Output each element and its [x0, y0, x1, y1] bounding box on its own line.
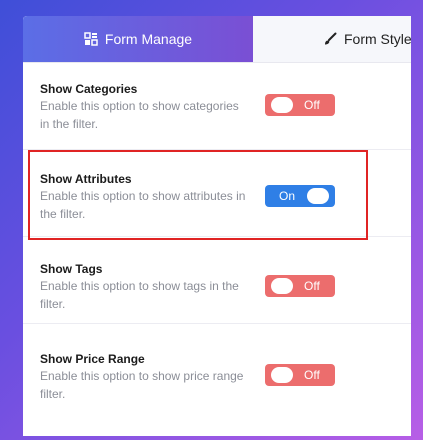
show-price-range-toggle[interactable]: Off	[265, 364, 335, 386]
tab-bar: Form Manage Form Style	[23, 16, 411, 63]
toggle-state-label: Off	[304, 98, 320, 112]
setting-title: Show Categories	[40, 82, 138, 96]
tab-form-style-label: Form Style	[344, 31, 411, 47]
paintbrush-icon	[323, 32, 337, 46]
show-categories-toggle[interactable]: Off	[265, 94, 335, 116]
form-grid-icon	[84, 32, 98, 46]
highlight-box	[28, 150, 368, 240]
toggle-state-label: Off	[304, 368, 320, 382]
toggle-state-label: Off	[304, 279, 320, 293]
setting-row-show-price-range: Show Price Range Enable this option to s…	[23, 324, 411, 410]
tab-form-style[interactable]: Form Style	[323, 16, 411, 62]
toggle-knob	[271, 278, 293, 294]
show-tags-toggle[interactable]: Off	[265, 275, 335, 297]
setting-title: Show Price Range	[40, 352, 145, 366]
setting-title: Show Tags	[40, 262, 103, 276]
setting-description: Enable this option to show price range f…	[40, 369, 244, 401]
tab-form-manage[interactable]: Form Manage	[23, 16, 253, 62]
setting-description: Enable this option to show tags in the f…	[40, 279, 239, 311]
toggle-knob	[271, 97, 293, 113]
toggle-knob	[271, 367, 293, 383]
setting-description: Enable this option to show categories in…	[40, 99, 239, 131]
setting-row-show-tags: Show Tags Enable this option to show tag…	[23, 237, 411, 324]
tab-form-manage-label: Form Manage	[104, 31, 193, 47]
setting-row-show-categories: Show Categories Enable this option to sh…	[23, 63, 411, 150]
